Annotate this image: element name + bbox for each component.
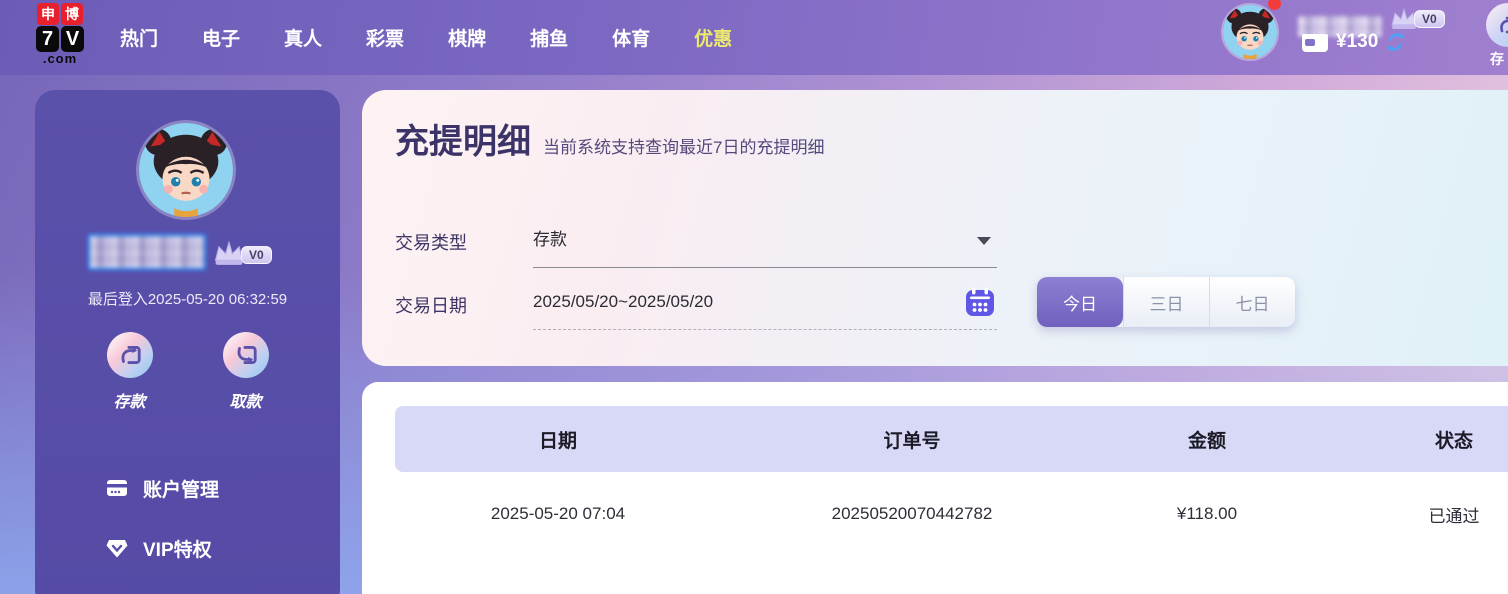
sidebar-menu: 账户管理 VIP特权 红利红包: [35, 458, 340, 594]
user-avatar[interactable]: [1221, 3, 1279, 61]
transaction-date-input[interactable]: 2025/05/20~2025/05/20: [533, 280, 997, 330]
nav-item-lottery[interactable]: 彩票: [366, 24, 404, 51]
chevron-down-icon: [977, 237, 991, 245]
logo-badge-2: 博: [61, 3, 83, 25]
vip-level-label: V0: [1414, 10, 1445, 28]
page-title: 充提明细: [395, 123, 531, 161]
last-login-text: 最后登入2025-05-20 06:32:59: [87, 291, 288, 308]
wallet-balance-row: ¥130: [1301, 31, 1406, 53]
deposit-button[interactable]: 存款: [90, 332, 170, 412]
page-title-row: 充提明细 当前系统支持查询最近7日的充提明细: [395, 114, 824, 163]
sidebar-name-row: V0: [35, 233, 340, 273]
main-nav: 热门 电子 真人 彩票 棋牌 捕鱼 体育 优惠: [120, 0, 732, 75]
sidebar-vip-badge[interactable]: V0: [211, 239, 272, 266]
logo-letter-7: 7: [36, 26, 59, 52]
table-header-status: 状态: [1434, 430, 1473, 452]
tab-seven-days[interactable]: 七日: [1209, 277, 1295, 327]
logo-letters: 7 V: [35, 26, 85, 52]
vip-level-badge[interactable]: V0: [1388, 6, 1445, 30]
logo-letter-v: V: [61, 26, 84, 52]
nav-item-cards[interactable]: 棋牌: [448, 24, 486, 51]
filters-panel: 充提明细 当前系统支持查询最近7日的充提明细 交易类型 存款 交易日期 2025…: [362, 90, 1508, 366]
nav-item-promos[interactable]: 优惠: [694, 24, 732, 51]
table-row: 2025-05-20 07:04 20250520070442782 ¥118.…: [395, 484, 1508, 544]
nav-item-hot[interactable]: 热门: [120, 24, 158, 51]
sidebar-vip-label: V0: [241, 246, 272, 264]
transaction-type-select[interactable]: 存款: [533, 218, 997, 268]
withdraw-label: 取款: [229, 394, 262, 411]
vip-gem-icon: [106, 540, 128, 558]
calendar-icon[interactable]: [965, 287, 995, 317]
nav-item-sports[interactable]: 体育: [612, 24, 650, 51]
table-header-order: 订单号: [883, 430, 941, 452]
cell-amount: ¥118.00: [1176, 504, 1238, 523]
transaction-date-value: 2025/05/20~2025/05/20: [533, 292, 714, 311]
sidebar-item-account[interactable]: 账户管理: [35, 458, 340, 518]
nav-item-slots[interactable]: 电子: [202, 24, 240, 51]
cell-order-number: 20250520070442782: [831, 504, 993, 523]
refresh-balance-icon[interactable]: [1385, 31, 1406, 53]
sidebar-item-bonus[interactable]: 红利红包: [35, 578, 340, 594]
notification-dot: [1268, 0, 1281, 10]
tab-three-days[interactable]: 三日: [1123, 277, 1209, 327]
profile-sidebar: V0 最后登入2025-05-20 06:32:59 存款 取款 账户管理 VI…: [35, 90, 340, 594]
table-header-row: 日期 订单号 金额 状态: [395, 406, 1508, 472]
table-header-amount: 金额: [1187, 430, 1226, 452]
nav-item-live[interactable]: 真人: [284, 24, 322, 51]
tab-today[interactable]: 今日: [1037, 277, 1123, 327]
sidebar-item-vip-label: VIP特权: [143, 539, 212, 561]
nav-item-fishing[interactable]: 捕鱼: [530, 24, 568, 51]
records-table-panel: 日期 订单号 金额 状态 2025-05-20 07:04 2025052007…: [362, 382, 1508, 594]
sidebar-username-blurred[interactable]: [88, 234, 206, 270]
deposit-icon: [106, 332, 153, 378]
logo-badge-1: 申: [37, 3, 59, 25]
logo-badges: 申 博: [35, 3, 85, 25]
deposit-label: 存款: [113, 394, 146, 411]
table-header-date: 日期: [538, 430, 577, 452]
cell-date: 2025-05-20 07:04: [490, 504, 626, 523]
quick-deposit-button[interactable]: 存: [1482, 3, 1508, 69]
site-logo[interactable]: 申 博 7 V .com: [35, 3, 85, 65]
cell-status: 已通过: [1428, 506, 1480, 526]
withdraw-button[interactable]: 取款: [206, 332, 286, 412]
sidebar-item-account-label: 账户管理: [143, 479, 220, 501]
quick-deposit-label: 存: [1490, 51, 1504, 67]
transaction-date-label: 交易日期: [395, 296, 467, 316]
date-range-tabs: 今日 三日 七日: [1037, 277, 1295, 327]
transaction-type-label: 交易类型: [395, 233, 467, 253]
withdraw-icon: [222, 332, 269, 378]
sidebar-quick-actions: 存款 取款: [35, 332, 340, 412]
transaction-type-value: 存款: [533, 230, 567, 249]
balance-amount: ¥130: [1336, 31, 1379, 52]
top-navigation-bar: 申 博 7 V .com 热门 电子 真人 彩票 棋牌 捕鱼 体育 优惠 V0 …: [0, 0, 1508, 75]
quick-deposit-icon: [1486, 3, 1508, 47]
sidebar-item-vip[interactable]: VIP特权: [35, 518, 340, 578]
wallet-icon: [1302, 34, 1328, 52]
logo-com-text: .com: [42, 51, 78, 66]
sidebar-avatar[interactable]: [136, 120, 236, 220]
page-subtitle: 当前系统支持查询最近7日的充提明细: [543, 138, 825, 157]
credit-card-icon: [107, 480, 127, 496]
